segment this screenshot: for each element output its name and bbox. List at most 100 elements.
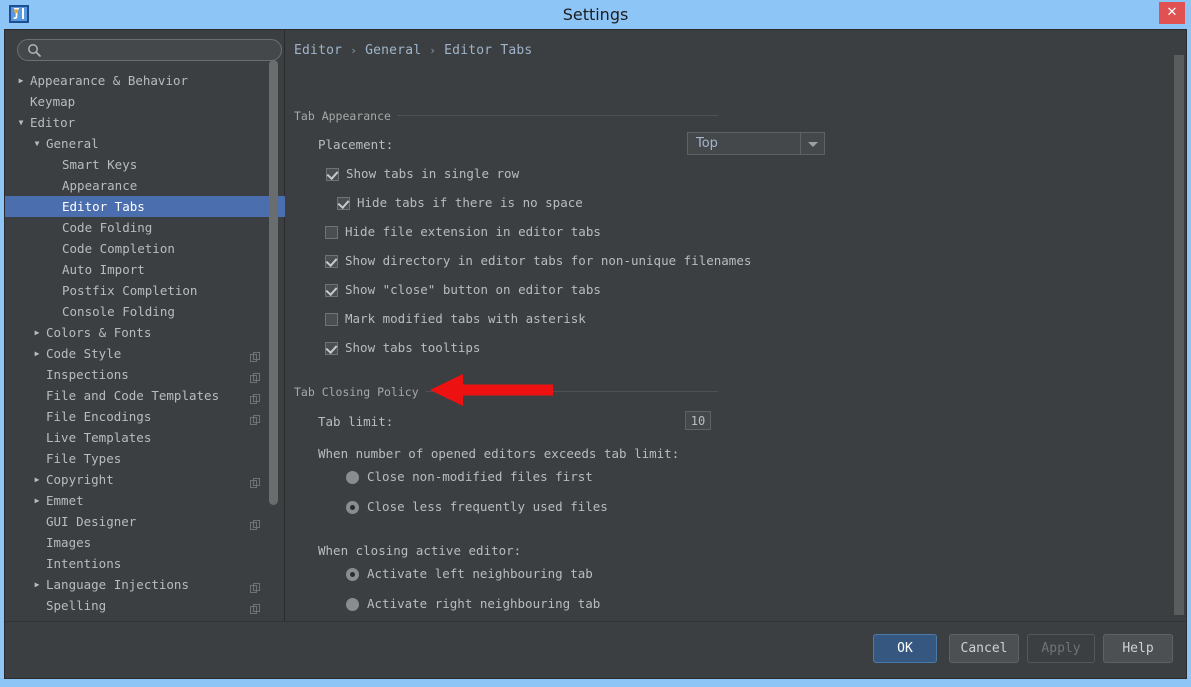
sidebar-item-label: Appearance & Behavior (30, 73, 189, 88)
copy-icon[interactable] (250, 369, 261, 383)
checkbox-1[interactable] (337, 197, 350, 210)
main-scrollbar-thumb[interactable] (1174, 55, 1184, 615)
sidebar-item-spelling[interactable]: Spelling (5, 595, 285, 616)
chevron-right-icon[interactable]: ▶ (15, 70, 27, 91)
sidebar-item-live-templates[interactable]: Live Templates (5, 427, 285, 448)
breadcrumb: Editor › General › Editor Tabs (294, 43, 532, 58)
sidebar-item-label: Auto Import (62, 262, 145, 277)
sidebar-item-smart-keys[interactable]: Smart Keys (5, 154, 285, 175)
exceeds-radios-option-0[interactable] (346, 471, 359, 484)
copy-icon[interactable] (250, 579, 261, 593)
sidebar-item-colors-fonts[interactable]: ▶ Colors & Fonts (5, 322, 285, 343)
tab-limit-input[interactable] (685, 411, 711, 430)
sidebar-item-copyright[interactable]: ▶ Copyright (5, 469, 285, 490)
search-box[interactable] (17, 39, 282, 61)
sidebar-item-label: Keymap (30, 94, 76, 109)
checkbox-5[interactable] (325, 313, 338, 326)
checkbox-label-3[interactable]: Show directory in editor tabs for non-un… (345, 253, 751, 268)
checkbox-label-0[interactable]: Show tabs in single row (346, 166, 519, 181)
tab-limit-label: Tab limit: (318, 414, 394, 429)
closing-radios-option-1[interactable] (346, 598, 359, 611)
search-input[interactable] (46, 41, 278, 61)
breadcrumb-part-0[interactable]: Editor (294, 43, 342, 58)
exceeds-radios-label-1[interactable]: Close less frequently used files (367, 499, 608, 514)
checkbox-label-4[interactable]: Show "close" button on editor tabs (345, 282, 601, 297)
search-icon (27, 43, 42, 58)
sidebar-item-file-encodings[interactable]: File Encodings (5, 406, 285, 427)
placement-label: Placement: (318, 137, 394, 152)
sidebar-item-emmet[interactable]: ▶ Emmet (5, 490, 285, 511)
sidebar-item-label: Editor (30, 115, 76, 130)
closing-radios-option-0[interactable] (346, 568, 359, 581)
cancel-button[interactable]: Cancel (949, 634, 1019, 663)
checkbox-label-2[interactable]: Hide file extension in editor tabs (345, 224, 601, 239)
checkbox-3[interactable] (325, 255, 338, 268)
checkbox-4[interactable] (325, 284, 338, 297)
checkbox-label-5[interactable]: Mark modified tabs with asterisk (345, 311, 586, 326)
sidebar-item-appearance[interactable]: Appearance (5, 175, 285, 196)
chevron-down-icon[interactable]: ▼ (31, 133, 43, 154)
sidebar-item-general[interactable]: ▼ General (5, 133, 285, 154)
closing-radios-label-1[interactable]: Activate right neighbouring tab (367, 596, 600, 611)
sidebar-item-code-folding[interactable]: Code Folding (5, 217, 285, 238)
chevron-right-icon[interactable]: ▶ (31, 343, 43, 364)
placement-value: Top (696, 136, 718, 151)
chevron-down-icon[interactable] (800, 132, 825, 155)
chevron-right-icon[interactable]: ▶ (31, 574, 43, 595)
sidebar-item-label: Images (46, 535, 92, 550)
exceeds-radios-option-1[interactable] (346, 501, 359, 514)
settings-tree[interactable]: ▶ Appearance & Behavior Keymap ▼ Editor ▼ Gene… (5, 70, 285, 622)
closing-radios-label-0[interactable]: Activate left neighbouring tab (367, 566, 593, 581)
sidebar-item-label: Code Folding (62, 220, 153, 235)
sidebar-scrollbar-thumb[interactable] (269, 60, 278, 505)
breadcrumb-part-1[interactable]: General (365, 43, 421, 58)
chevron-right-icon[interactable]: ▶ (31, 490, 43, 511)
sidebar-item-appearance-behavior[interactable]: ▶ Appearance & Behavior (5, 70, 285, 91)
sidebar-item-code-style[interactable]: ▶ Code Style (5, 343, 285, 364)
checkbox-label-6[interactable]: Show tabs tooltips (345, 340, 480, 355)
copy-icon[interactable] (250, 348, 261, 362)
main-scrollbar[interactable] (1174, 55, 1184, 620)
sidebar-item-gui-designer[interactable]: GUI Designer (5, 511, 285, 532)
copy-icon[interactable] (250, 474, 261, 488)
copy-icon[interactable] (250, 600, 261, 614)
sidebar-item-language-injections[interactable]: ▶ Language Injections (5, 574, 285, 595)
chevron-down-icon[interactable]: ▼ (15, 112, 27, 133)
placement-dropdown[interactable]: Top (687, 132, 825, 155)
sidebar-item-label: GUI Designer (46, 514, 137, 529)
checkbox-2[interactable] (325, 226, 338, 239)
checkbox-label-1[interactable]: Hide tabs if there is no space (357, 195, 583, 210)
sidebar-item-label: File Types (46, 451, 122, 466)
sidebar-item-file-and-code-templates[interactable]: File and Code Templates (5, 385, 285, 406)
ok-button[interactable]: OK (873, 634, 937, 663)
section-rule-tab-closing-policy (396, 391, 718, 392)
checkbox-6[interactable] (325, 342, 338, 355)
sidebar-item-label: Code Style (46, 346, 122, 361)
exceeds-radios-label-0[interactable]: Close non-modified files first (367, 469, 593, 484)
settings-window: Settings ✕ ▶ Appearance & Behavior Keymap ▼… (0, 0, 1191, 687)
sidebar-item-auto-import[interactable]: Auto Import (5, 259, 285, 280)
sidebar-item-editor[interactable]: ▼ Editor (5, 112, 285, 133)
sidebar-item-label: Live Templates (46, 430, 152, 445)
sidebar-item-inspections[interactable]: Inspections (5, 364, 285, 385)
close-icon[interactable]: ✕ (1159, 2, 1185, 24)
sidebar-item-label: Appearance (62, 178, 138, 193)
copy-icon[interactable] (250, 390, 261, 404)
sidebar-item-images[interactable]: Images (5, 532, 285, 553)
chevron-right-icon[interactable]: ▶ (31, 322, 43, 343)
help-button[interactable]: Help (1103, 634, 1173, 663)
sidebar-item-postfix-completion[interactable]: Postfix Completion (5, 280, 285, 301)
copy-icon[interactable] (250, 411, 261, 425)
sidebar-item-label: General (46, 136, 99, 151)
sidebar-item-console-folding[interactable]: Console Folding (5, 301, 285, 322)
sidebar-item-keymap[interactable]: Keymap (5, 91, 285, 112)
checkbox-0[interactable] (326, 168, 339, 181)
sidebar-item-file-types[interactable]: File Types (5, 448, 285, 469)
sidebar-scrollbar[interactable] (269, 60, 278, 530)
section-rule-tab-appearance (378, 115, 718, 116)
sidebar-item-editor-tabs[interactable]: Editor Tabs (5, 196, 285, 217)
sidebar-item-code-completion[interactable]: Code Completion (5, 238, 285, 259)
chevron-right-icon[interactable]: ▶ (31, 469, 43, 490)
sidebar-item-intentions[interactable]: Intentions (5, 553, 285, 574)
copy-icon[interactable] (250, 516, 261, 530)
